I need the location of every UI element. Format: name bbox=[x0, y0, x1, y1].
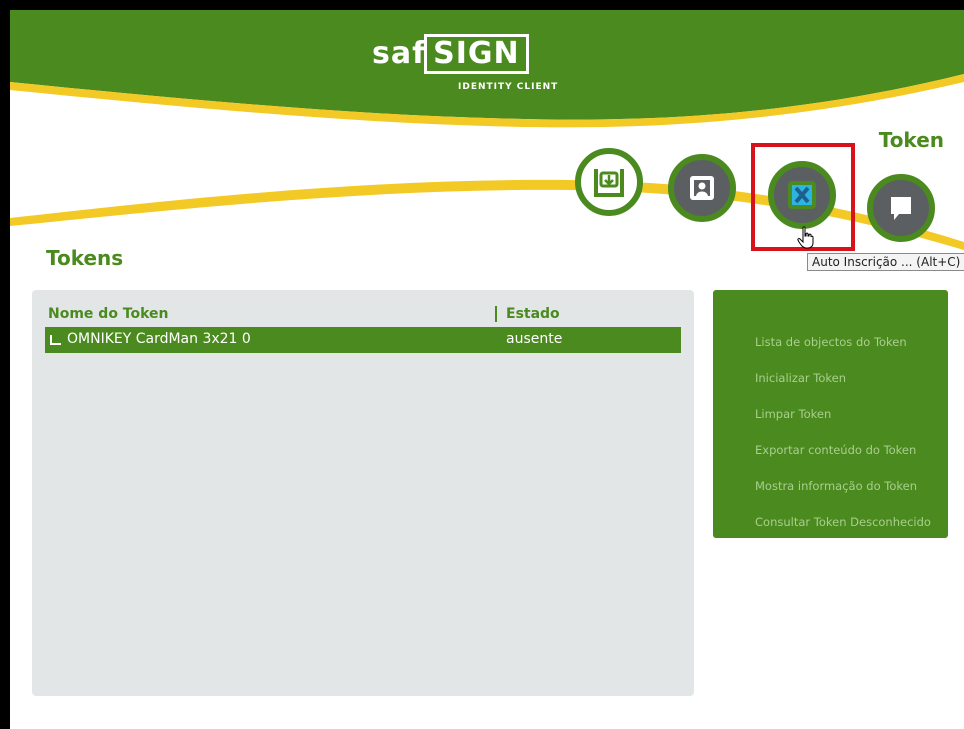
menu-item-list-objects[interactable]: Lista de objectos do Token bbox=[755, 335, 907, 349]
logo-subtitle: IDENTITY CLIENT bbox=[458, 82, 559, 92]
import-certificate-button[interactable] bbox=[575, 148, 643, 216]
digital-id-icon bbox=[690, 176, 714, 200]
column-header-name[interactable]: Nome do Token bbox=[48, 306, 169, 322]
tree-branch-icon bbox=[50, 335, 61, 345]
menu-item-initialize-token[interactable]: Inicializar Token bbox=[755, 371, 846, 385]
menu-item-export-token[interactable]: Exportar conteúdo do Token bbox=[755, 443, 916, 457]
tooltip: Auto Inscrição ... (Alt+C) bbox=[807, 253, 964, 271]
page-title: Token bbox=[878, 128, 944, 152]
safesign-window: saf SIGN IDENTITY CLIENT Token Auto Insc… bbox=[10, 10, 964, 729]
menu-item-unknown-token[interactable]: Consultar Token Desconhecido bbox=[755, 515, 931, 529]
import-certificate-icon bbox=[594, 169, 624, 197]
token-actions-menu: Lista de objectos do Token Inicializar T… bbox=[713, 290, 948, 538]
hand-cursor-icon bbox=[797, 226, 814, 249]
tokens-title: Tokens bbox=[46, 246, 124, 270]
column-divider bbox=[495, 306, 497, 322]
menu-item-token-info[interactable]: Mostra informação do Token bbox=[755, 479, 917, 493]
menu-item-clear-token[interactable]: Limpar Token bbox=[755, 407, 831, 421]
tokens-list-panel: Nome do Token Estado OMNIKEY CardMan 3x2… bbox=[32, 290, 694, 696]
message-button[interactable] bbox=[867, 174, 935, 242]
token-state: ausente bbox=[506, 331, 563, 347]
digital-id-button[interactable] bbox=[668, 154, 736, 222]
token-name: OMNIKEY CardMan 3x21 0 bbox=[67, 331, 251, 347]
token-row[interactable]: OMNIKEY CardMan 3x21 0 ausente bbox=[45, 327, 681, 353]
column-header-state[interactable]: Estado bbox=[506, 306, 560, 322]
message-icon bbox=[891, 197, 911, 220]
safesign-logo: saf SIGN IDENTITY CLIENT bbox=[372, 34, 559, 92]
